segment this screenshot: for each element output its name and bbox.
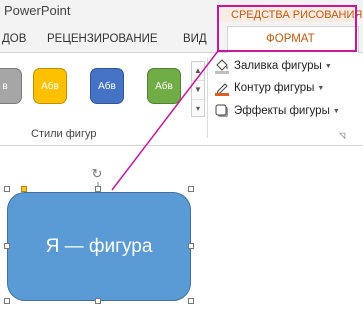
resize-handle-left[interactable] — [4, 243, 10, 249]
resize-handle-top-left[interactable] — [4, 186, 10, 192]
resize-handle-bottom[interactable] — [95, 298, 101, 304]
resize-handle-top-right[interactable] — [188, 186, 194, 192]
resize-handle-right[interactable] — [188, 243, 194, 249]
rotate-handle-icon[interactable]: ↻ — [90, 167, 104, 181]
resize-handle-bottom-left[interactable] — [4, 298, 10, 304]
shape-text[interactable]: Я — фигура — [7, 192, 191, 301]
resize-handle-top[interactable] — [95, 186, 101, 192]
resize-handle-bottom-right[interactable] — [188, 298, 194, 304]
adjustment-handle[interactable] — [21, 186, 27, 192]
